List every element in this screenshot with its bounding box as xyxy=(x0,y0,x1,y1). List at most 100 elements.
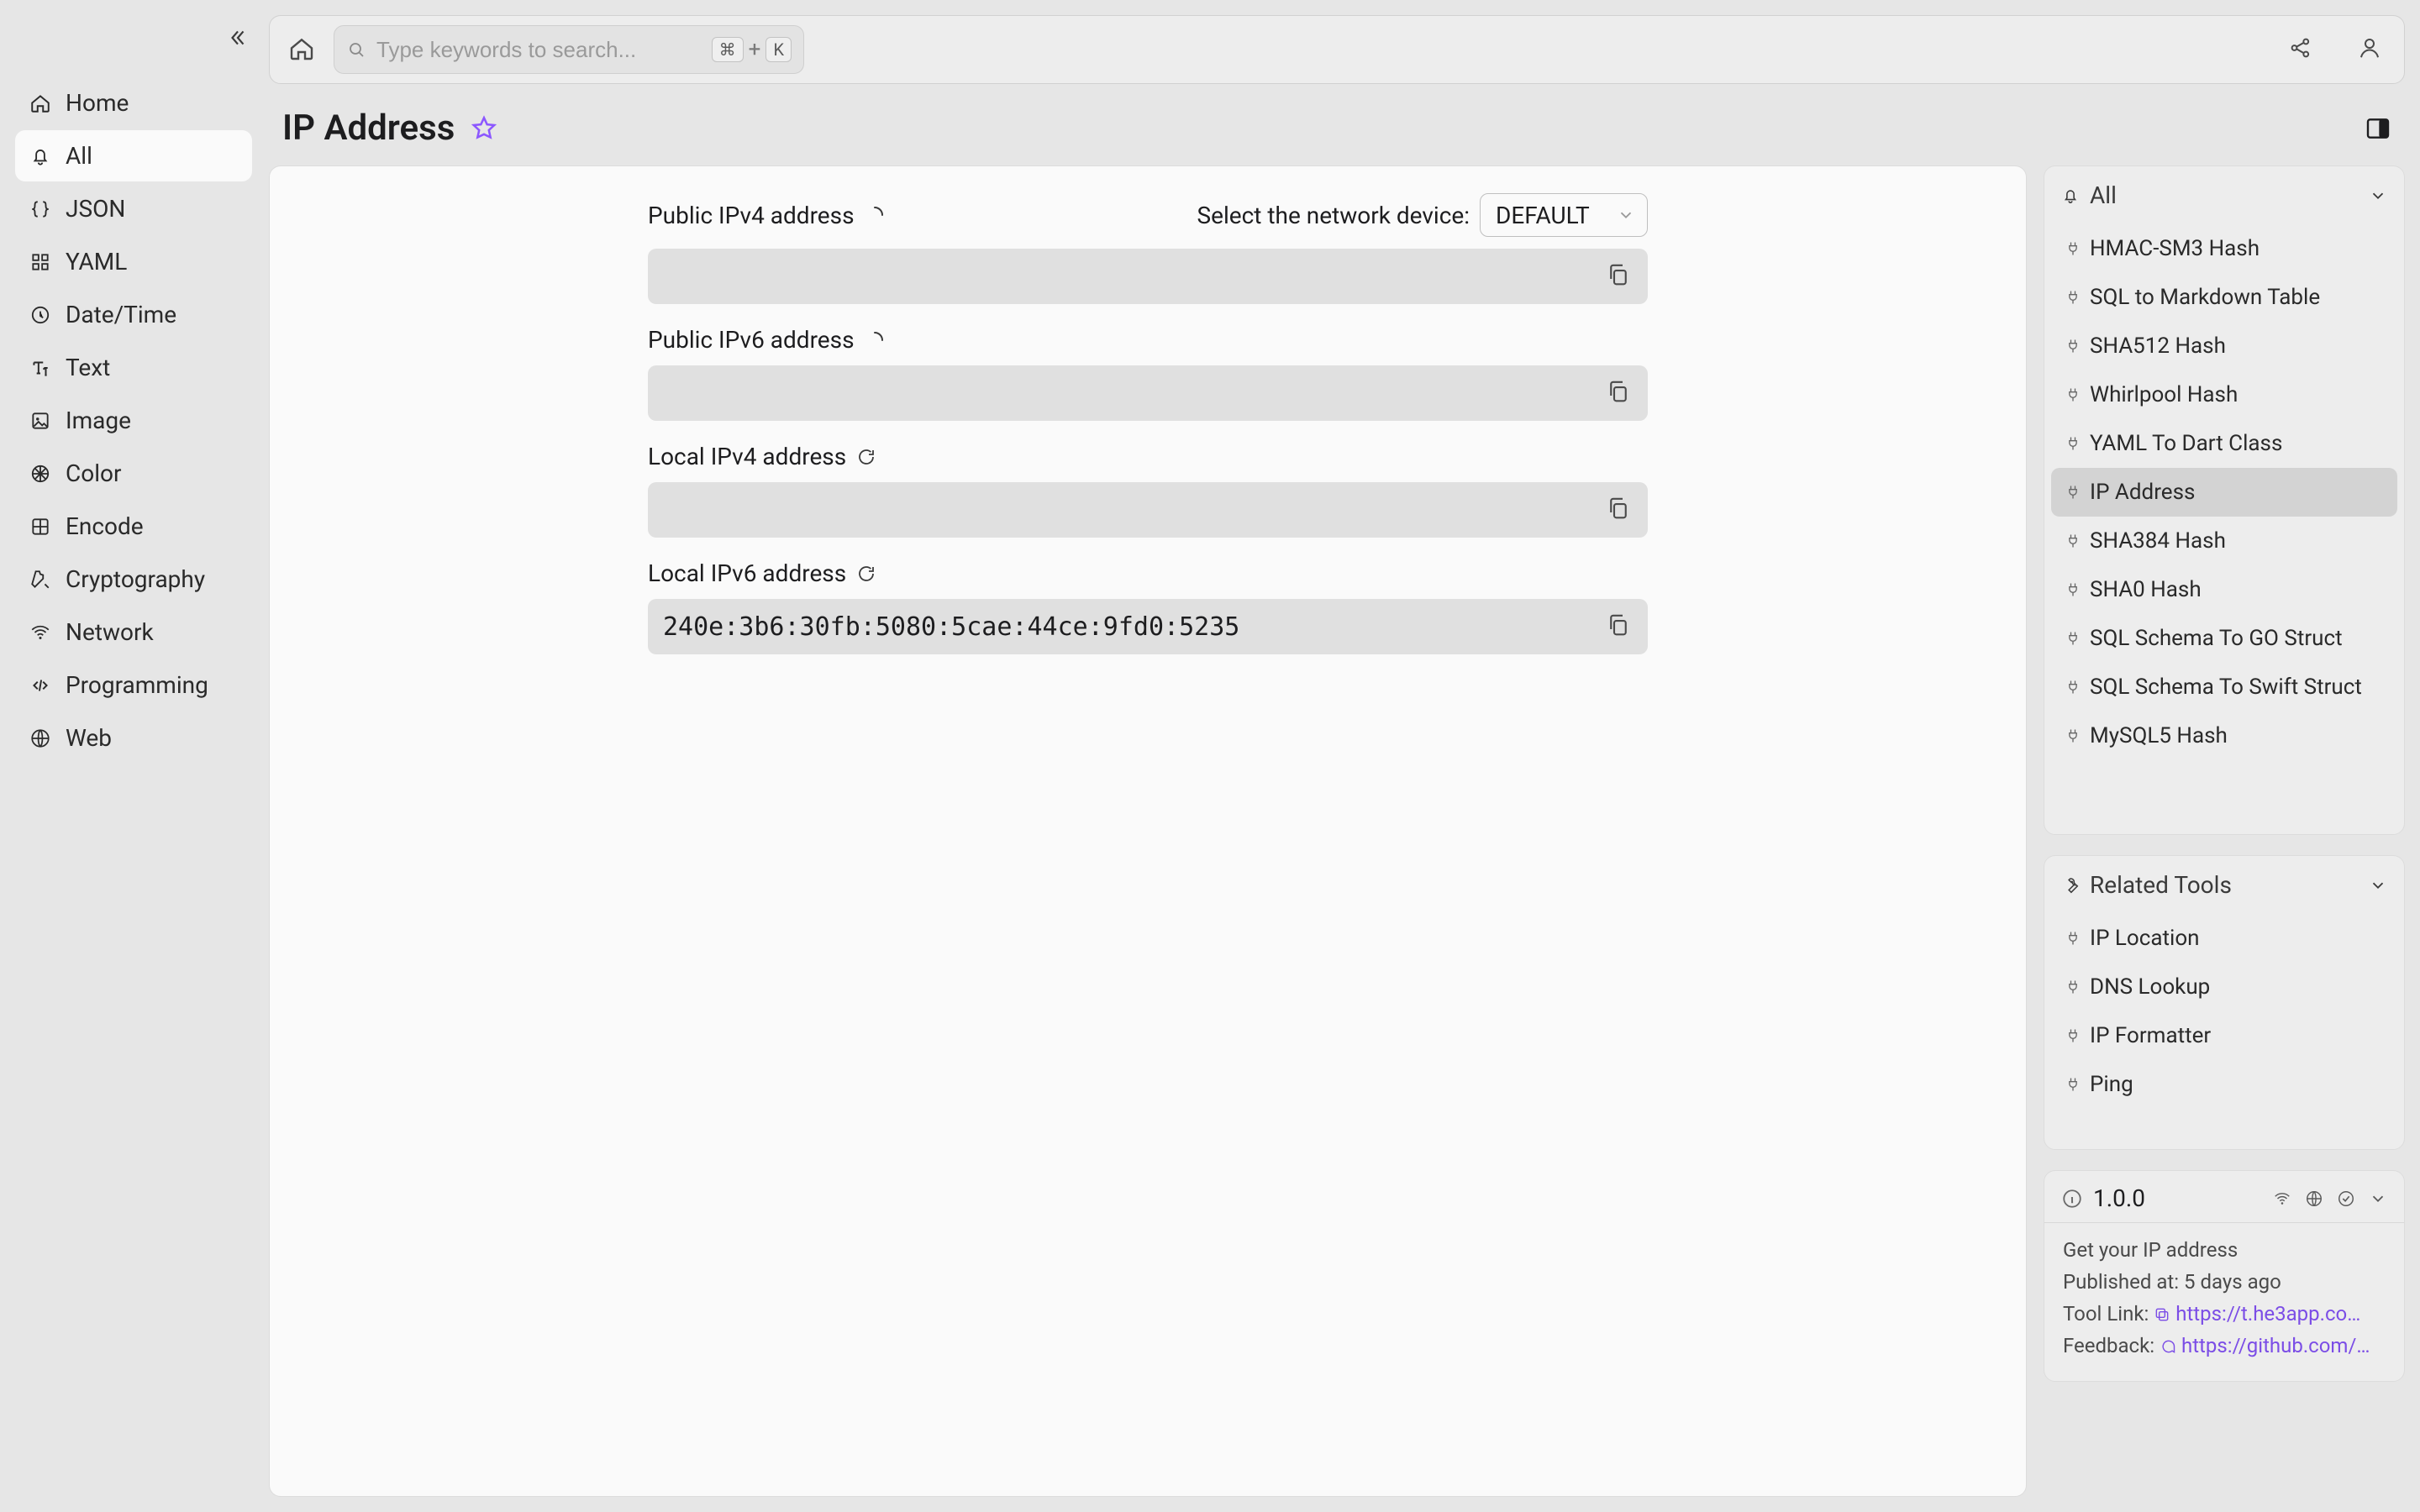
copy-link-icon[interactable] xyxy=(2154,1306,2170,1323)
copy-local-ipv4-button[interactable] xyxy=(1606,496,1634,524)
list-item-label: DNS Lookup xyxy=(2090,974,2210,1000)
plug-icon xyxy=(2065,533,2081,549)
plug-icon xyxy=(2065,679,2081,696)
all-tools-header[interactable]: All xyxy=(2044,166,2404,224)
collapse-sidebar-button[interactable] xyxy=(227,27,249,49)
related-tools-item[interactable]: IP Location xyxy=(2051,914,2397,963)
related-tools-card: Related Tools IP Location DNS Lookup IP Fo… xyxy=(2044,855,2405,1150)
label-row-local-ipv6: Local IPv6 address xyxy=(648,559,1648,587)
all-tools-item[interactable]: SHA0 Hash xyxy=(2051,565,2397,614)
nav-item-home[interactable]: Home xyxy=(15,77,252,129)
comment-icon xyxy=(2160,1338,2176,1355)
search-input[interactable] xyxy=(376,37,702,63)
all-tools-item[interactable]: SQL Schema To Swift Struct xyxy=(2051,663,2397,711)
nav-label: Image xyxy=(66,407,131,434)
field-label: Local IPv6 address xyxy=(648,559,846,587)
nav-item-web[interactable]: Web xyxy=(15,712,252,764)
all-tools-title: All xyxy=(2090,181,2117,209)
plug-icon xyxy=(2065,581,2081,598)
local-ipv4-value-box xyxy=(648,482,1648,538)
toggle-right-panel-button[interactable] xyxy=(2365,115,2391,142)
all-tools-item[interactable]: SHA512 Hash xyxy=(2051,322,2397,370)
copy-local-ipv6-button[interactable] xyxy=(1606,612,1634,641)
nav-item-image[interactable]: Image xyxy=(15,395,252,446)
page-title: IP Address xyxy=(282,108,455,149)
copy-public-ipv4-button[interactable] xyxy=(1606,262,1634,291)
nav-label: Programming xyxy=(66,671,208,699)
plug-icon xyxy=(2065,930,2081,947)
home-button[interactable] xyxy=(288,35,317,64)
feedback-link[interactable]: https://github.com/… xyxy=(2181,1334,2370,1357)
nav-label: All xyxy=(66,142,92,170)
related-tools-title: Related Tools xyxy=(2090,871,2232,899)
text-icon xyxy=(29,356,52,380)
wrench-icon xyxy=(2061,876,2080,895)
published-line: Published at: 5 days ago xyxy=(2063,1270,2386,1294)
share-icon xyxy=(2288,35,2313,60)
search-box[interactable]: ⌘ + K xyxy=(334,25,804,74)
all-tools-item[interactable]: SQL to Markdown Table xyxy=(2051,273,2397,322)
wifi-icon xyxy=(29,621,52,644)
account-button[interactable] xyxy=(2357,35,2386,64)
label-row-public-ipv4: Public IPv4 address Select the network d… xyxy=(648,193,1648,237)
all-tools-item[interactable]: Whirlpool Hash xyxy=(2051,370,2397,419)
bell-icon xyxy=(2061,186,2080,205)
nav-item-datetime[interactable]: Date/Time xyxy=(15,289,252,340)
nav-item-programming[interactable]: Programming xyxy=(15,659,252,711)
public-ipv6-value-box xyxy=(648,365,1648,421)
expand-info-button[interactable] xyxy=(2369,1189,2387,1208)
grid-icon xyxy=(29,250,52,274)
nav-item-encode[interactable]: Encode xyxy=(15,501,252,552)
chevron-down-icon xyxy=(2369,1189,2387,1208)
all-tools-item[interactable]: MySQL5 Hash xyxy=(2051,711,2397,760)
copy-icon xyxy=(1606,379,1631,404)
nav-item-json[interactable]: JSON xyxy=(15,183,252,234)
nav-item-yaml[interactable]: YAML xyxy=(15,236,252,287)
share-button[interactable] xyxy=(2288,35,2317,64)
related-tools-list[interactable]: IP Location DNS Lookup IP FormatterPing xyxy=(2044,914,2404,1149)
refresh-local-ipv6-button[interactable] xyxy=(856,564,876,584)
list-item-label: SHA0 Hash xyxy=(2090,577,2202,602)
right-rail: All HMAC-SM3 Hash SQL to Markdown Table SH… xyxy=(2044,165,2405,1497)
nav-label: JSON xyxy=(66,195,125,223)
all-tools-item[interactable]: YAML To Dart Class xyxy=(2051,419,2397,468)
list-item-label: SQL Schema To Swift Struct xyxy=(2090,675,2362,700)
tool-description: Get your IP address xyxy=(2063,1238,2386,1262)
all-tools-item[interactable]: HMAC-SM3 Hash xyxy=(2051,224,2397,273)
list-item-label: SQL to Markdown Table xyxy=(2090,285,2320,310)
favorite-button[interactable] xyxy=(470,114,498,143)
all-tools-list[interactable]: HMAC-SM3 Hash SQL to Markdown Table SHA512… xyxy=(2044,224,2404,834)
check-circle-icon xyxy=(2337,1189,2355,1208)
image-icon xyxy=(29,409,52,433)
nav-label: Cryptography xyxy=(66,565,205,593)
loading-spinner-icon xyxy=(865,205,885,225)
copy-public-ipv6-button[interactable] xyxy=(1606,379,1634,407)
related-tools-item[interactable]: Ping xyxy=(2051,1060,2397,1109)
related-tools-item[interactable]: DNS Lookup xyxy=(2051,963,2397,1011)
related-tools-header[interactable]: Related Tools xyxy=(2044,856,2404,914)
nav-item-color[interactable]: Color xyxy=(15,448,252,499)
all-tools-item[interactable]: SHA384 Hash xyxy=(2051,517,2397,565)
plug-icon xyxy=(2065,1027,2081,1044)
plug-icon xyxy=(2065,386,2081,403)
network-device-select[interactable]: DEFAULT xyxy=(1480,193,1648,237)
refresh-local-ipv4-button[interactable] xyxy=(856,447,876,467)
all-tools-item[interactable]: IP Address xyxy=(2051,468,2397,517)
field-label: Public IPv6 address xyxy=(648,326,855,354)
plug-icon xyxy=(2065,630,2081,647)
globe-icon xyxy=(2305,1189,2323,1208)
nav-item-all[interactable]: All xyxy=(15,130,252,181)
tool-version: 1.0.0 xyxy=(2093,1184,2145,1212)
all-tools-item[interactable]: SQL Schema To GO Struct xyxy=(2051,614,2397,663)
panel-right-icon xyxy=(2365,115,2391,142)
nav-item-text[interactable]: Text xyxy=(15,342,252,393)
plug-icon xyxy=(2065,338,2081,354)
field-label: Public IPv4 address xyxy=(648,202,855,229)
nav-item-network[interactable]: Network xyxy=(15,606,252,658)
tool-info-header: 1.0.0 xyxy=(2044,1171,2404,1223)
related-tools-item[interactable]: IP Formatter xyxy=(2051,1011,2397,1060)
bell-icon xyxy=(29,144,52,168)
nav-item-cryptography[interactable]: Cryptography xyxy=(15,554,252,605)
tool-link[interactable]: https://t.he3app.co… xyxy=(2175,1302,2360,1326)
plug-icon xyxy=(2065,727,2081,744)
